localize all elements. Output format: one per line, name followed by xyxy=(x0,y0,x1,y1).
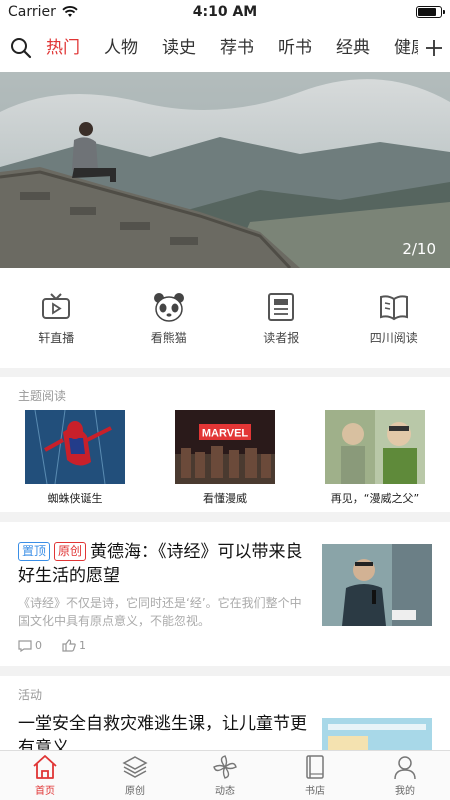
like-count[interactable]: 1 xyxy=(62,639,86,652)
tab-category[interactable]: 健康 xyxy=(394,24,418,72)
open-book-icon xyxy=(379,294,408,320)
quick-action-label: 看熊猫 xyxy=(150,330,187,345)
banner-image xyxy=(0,72,450,268)
category-nav: 热门人物读史荐书听书经典健康 xyxy=(0,24,450,72)
comment-count-value: 0 xyxy=(35,639,42,652)
tab-profile[interactable]: 我的 xyxy=(360,751,450,800)
banner-counter: 2/10 xyxy=(402,240,436,258)
user-icon xyxy=(394,756,416,780)
tab-category[interactable]: 经典 xyxy=(336,24,370,72)
article-title: 置顶 原创 黄德海：《诗经》可以带来良好生活的愿望 xyxy=(18,540,310,588)
tab-category[interactable]: 荐书 xyxy=(220,24,254,72)
battery-level xyxy=(418,8,436,16)
status-bar: Carrier 4:10 AM xyxy=(0,0,450,24)
theme-caption: 再见，“漫威之父” xyxy=(330,492,420,505)
activity-image xyxy=(322,718,432,750)
article-meta: 0 1 xyxy=(18,639,86,652)
thumbs-up-icon xyxy=(62,639,76,652)
pinwheel-icon xyxy=(213,755,237,779)
activity-section: 活动 一堂安全自救灾难逃生课，让儿童节更有意义 xyxy=(0,676,450,750)
carrier-label: Carrier xyxy=(8,4,56,20)
tab-label: 动态 xyxy=(215,786,235,797)
marvel-image: MARVEL xyxy=(175,410,275,484)
search-button[interactable] xyxy=(4,37,38,59)
tab-original[interactable]: 原创 xyxy=(90,751,180,800)
bottom-tab-bar: 首页 原创 动态 书店 我的 xyxy=(0,750,450,800)
theme-card-stan-lee[interactable]: 再见，“漫威之父” xyxy=(315,410,435,506)
theme-caption: 看懂漫威 xyxy=(203,492,247,505)
original-badge: 原创 xyxy=(54,542,87,561)
tv-icon xyxy=(42,292,71,319)
article-description: 《诗经》不仅是诗，它同时还是‘经’。它在我们整个中国文化中具有原点意义，不能忽视… xyxy=(18,596,302,628)
tab-label: 书店 xyxy=(305,786,325,797)
comment-icon xyxy=(18,639,32,652)
quick-action-live[interactable]: 轩直播 xyxy=(0,268,113,368)
comment-count[interactable]: 0 xyxy=(18,639,42,652)
theme-thumbnail: MARVEL xyxy=(175,410,275,484)
plus-icon xyxy=(426,40,442,56)
tab-category[interactable]: 读史 xyxy=(162,24,196,72)
quick-actions: 轩直播 看熊猫 读者报 四川阅读 xyxy=(0,268,450,368)
hero-banner[interactable]: 2/10 xyxy=(0,72,450,268)
category-tabs: 热门人物读史荐书听书经典健康 xyxy=(38,24,418,72)
like-count-value: 1 xyxy=(79,639,86,652)
book-icon xyxy=(306,755,324,779)
theme-thumbnail xyxy=(25,410,125,484)
section-title: 主题阅读 xyxy=(18,389,67,403)
activity-title[interactable]: 一堂安全自救灾难逃生课，让儿童节更有意义 xyxy=(18,712,310,750)
marvel-logo-text: MARVEL xyxy=(202,428,249,440)
theme-reading-section: 主题阅读 蜘蛛侠诞生 MARVEL 看懂漫威 再见，“漫威之父” xyxy=(0,377,450,512)
battery-icon xyxy=(416,6,445,18)
home-icon xyxy=(33,755,57,779)
quick-action-newspaper[interactable]: 读者报 xyxy=(225,268,338,368)
tab-home[interactable]: 首页 xyxy=(0,751,90,800)
tab-category[interactable]: 人物 xyxy=(104,24,138,72)
tab-bookstore[interactable]: 书店 xyxy=(270,751,360,800)
layers-icon xyxy=(122,756,148,778)
tab-label: 我的 xyxy=(395,786,415,797)
wifi-icon xyxy=(62,6,78,17)
tab-category[interactable]: 热门 xyxy=(46,24,80,72)
quick-action-label: 轩直播 xyxy=(38,330,75,345)
newspaper-icon xyxy=(268,292,295,321)
theme-card-marvel[interactable]: MARVEL 看懂漫威 xyxy=(165,410,285,506)
stan-lee-image xyxy=(325,410,425,484)
pinned-badge: 置顶 xyxy=(18,542,51,561)
article-thumbnail xyxy=(322,544,432,626)
quick-action-label: 四川阅读 xyxy=(369,330,418,345)
search-icon xyxy=(11,38,32,59)
quick-action-panda[interactable]: 看熊猫 xyxy=(113,268,226,368)
tab-label: 原创 xyxy=(125,786,145,797)
quick-action-sichuan-reading[interactable]: 四川阅读 xyxy=(338,268,450,368)
quick-action-label: 读者报 xyxy=(263,330,300,345)
tab-activity[interactable]: 动态 xyxy=(180,751,270,800)
theme-card-spiderman[interactable]: 蜘蛛侠诞生 xyxy=(15,410,135,506)
tab-category[interactable]: 听书 xyxy=(278,24,312,72)
tab-label: 首页 xyxy=(35,786,55,797)
speaker-photo xyxy=(322,544,432,626)
theme-thumbnail xyxy=(325,410,425,484)
theme-caption: 蜘蛛侠诞生 xyxy=(47,492,103,505)
section-title: 活动 xyxy=(18,688,43,702)
add-category-button[interactable] xyxy=(418,24,450,72)
spiderman-image xyxy=(25,410,125,484)
panda-icon xyxy=(153,292,184,322)
activity-thumbnail xyxy=(322,718,432,750)
article-card[interactable]: 置顶 原创 黄德海：《诗经》可以带来良好生活的愿望 《诗经》不仅是诗，它同时还是‘经… xyxy=(0,522,450,666)
